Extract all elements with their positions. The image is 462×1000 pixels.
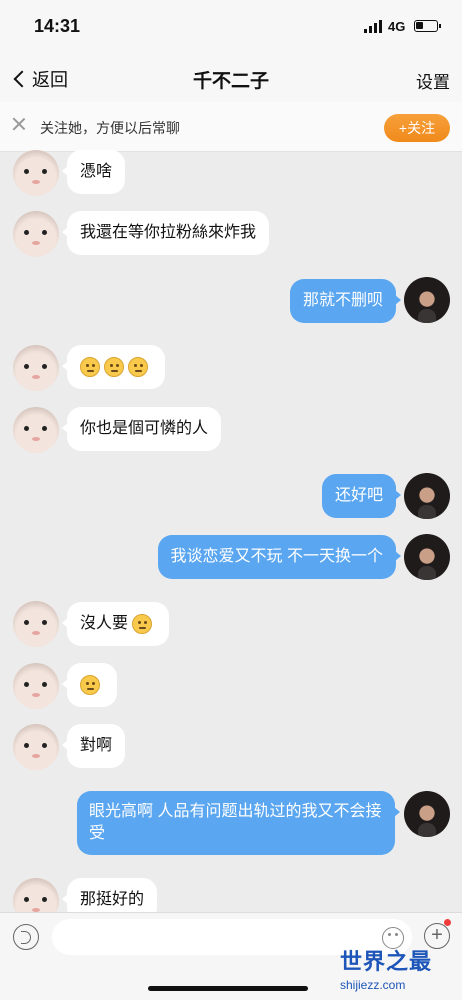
- incoming-message[interactable]: 你也是個可憐的人: [61, 407, 222, 451]
- close-icon[interactable]: [12, 117, 26, 131]
- contact-avatar[interactable]: [13, 150, 59, 196]
- home-indicator: [148, 986, 308, 991]
- follow-prompt-text: 关注她，方便以后常聊: [40, 120, 180, 136]
- message-text: 我谈恋爱又不玩 不一天换一个: [170, 548, 383, 565]
- outgoing-message[interactable]: 还好吧: [321, 474, 402, 518]
- message-text: 那挺好的: [80, 891, 145, 908]
- contact-avatar[interactable]: [13, 407, 59, 453]
- contact-avatar[interactable]: [13, 345, 59, 391]
- sweat-smile-emoji-icon: [132, 613, 153, 634]
- watermark: 世界之最 shijiezz.com: [340, 944, 458, 992]
- nav-bar: 返回 千不二子 设置: [0, 56, 462, 102]
- message-text: 眼光高啊 人品有问题出轨过的我又不会接受: [89, 803, 382, 842]
- pray-emoji-icon: [104, 356, 124, 377]
- message-text: 憑啥: [80, 163, 113, 180]
- my-avatar[interactable]: [404, 791, 450, 837]
- outgoing-message[interactable]: 眼光高啊 人品有问题出轨过的我又不会接受: [77, 791, 400, 855]
- settings-button[interactable]: 设置: [416, 68, 450, 93]
- network-type: 4G: [388, 19, 406, 34]
- message-text: 还好吧: [334, 487, 383, 504]
- chat-title: 千不二子: [192, 71, 269, 92]
- status-bar: 14:31 4G: [0, 0, 462, 56]
- watermark-title: 世界之最: [340, 949, 433, 974]
- outgoing-message[interactable]: 我谈恋爱又不玩 不一天换一个: [157, 535, 402, 579]
- contact-avatar[interactable]: [13, 211, 59, 257]
- battery-icon: [414, 20, 441, 32]
- message-text: 我還在等你拉粉絲來炸我: [80, 224, 257, 241]
- incoming-message[interactable]: 我還在等你拉粉絲來炸我: [61, 211, 270, 255]
- incoming-message[interactable]: [62, 345, 165, 389]
- follow-button[interactable]: +关注: [384, 114, 450, 142]
- incoming-message[interactable]: 對啊: [61, 724, 126, 768]
- my-avatar[interactable]: [404, 277, 450, 323]
- incoming-message[interactable]: 憑啥: [61, 150, 126, 194]
- follow-prompt-bar: 关注她，方便以后常聊 +关注: [0, 102, 462, 152]
- notification-dot: [444, 919, 451, 926]
- contact-avatar[interactable]: [13, 663, 59, 709]
- contact-avatar[interactable]: [13, 601, 59, 647]
- my-avatar[interactable]: [404, 534, 450, 580]
- message-text: 你也是個可憐的人: [80, 420, 209, 437]
- signal-icon: [364, 20, 382, 33]
- status-time: 14:31: [34, 16, 81, 36]
- incoming-message[interactable]: 沒人要: [61, 602, 170, 646]
- message-text: 沒人要: [80, 615, 129, 632]
- incoming-message[interactable]: [62, 663, 117, 707]
- watermark-url: shijiezz.com: [340, 978, 406, 992]
- my-avatar[interactable]: [404, 473, 450, 519]
- contact-avatar[interactable]: [13, 724, 59, 770]
- voice-icon[interactable]: [13, 924, 39, 950]
- message-text: 對啊: [80, 737, 113, 754]
- pray-emoji-icon: [80, 356, 100, 377]
- puzzled-emoji-icon: [80, 674, 100, 695]
- outgoing-message[interactable]: 那就不删呗: [289, 279, 402, 323]
- message-text: 那就不删呗: [302, 292, 383, 309]
- pray-emoji-icon: [128, 356, 148, 377]
